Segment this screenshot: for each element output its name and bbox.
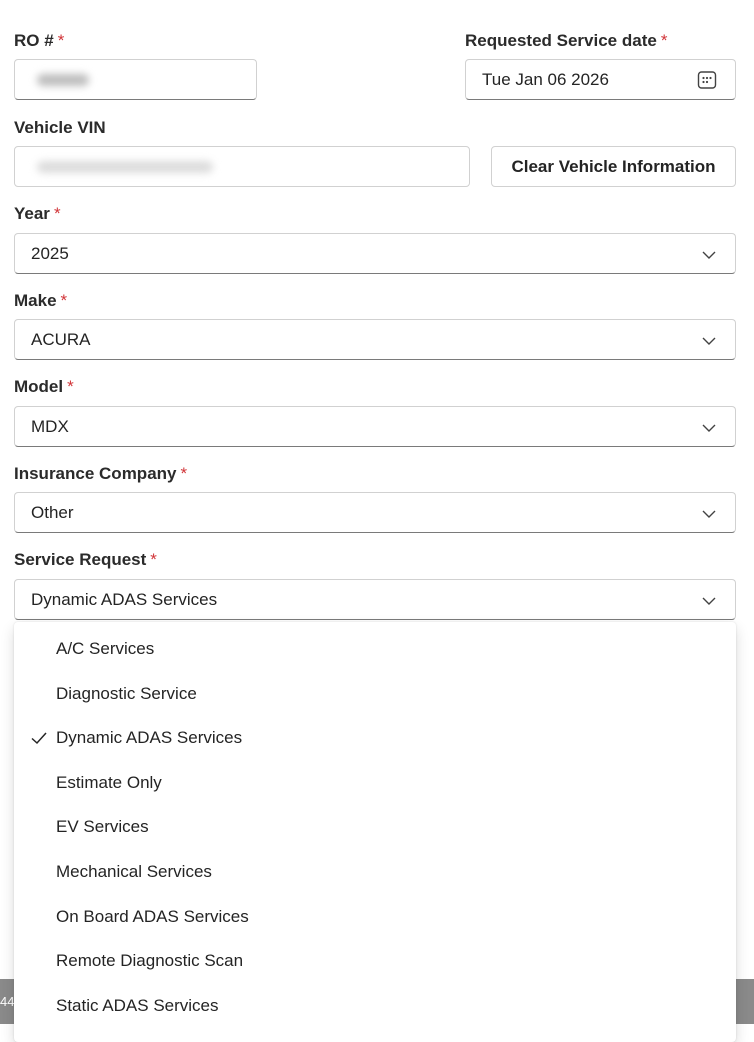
model-label: Model * xyxy=(14,377,74,397)
option-label: Mechanical Services xyxy=(56,862,212,881)
insurance-value: Other xyxy=(31,503,74,522)
option-label: Estimate Only xyxy=(56,773,162,792)
service-request-value: Dynamic ADAS Services xyxy=(31,590,218,609)
service-date-input[interactable]: Tue Jan 06 2026 xyxy=(465,59,736,100)
option-label: EV Services xyxy=(56,817,149,836)
option-ac-services[interactable]: A/C Services xyxy=(14,627,736,671)
ro-label: RO # * xyxy=(14,31,64,51)
required-mark: * xyxy=(53,204,61,223)
model-select[interactable]: MDX xyxy=(14,406,736,447)
make-select[interactable]: ACURA xyxy=(14,319,736,360)
service-request-label: Service Request * xyxy=(14,550,157,570)
option-estimate-only[interactable]: Estimate Only xyxy=(14,761,736,805)
insurance-label-text: Insurance Company xyxy=(14,464,177,483)
make-value: ACURA xyxy=(31,330,91,349)
required-mark: * xyxy=(180,464,188,483)
service-date-label-text: Requested Service date xyxy=(465,31,657,50)
option-label: Static ADAS Services xyxy=(56,996,219,1015)
option-label: Dynamic ADAS Services xyxy=(56,728,243,747)
chevron-down-icon xyxy=(702,597,716,605)
service-date-value: Tue Jan 06 2026 xyxy=(482,70,609,89)
chevron-down-icon xyxy=(702,424,716,432)
checkmark-icon xyxy=(31,732,47,745)
option-label: A/C Services xyxy=(56,639,155,658)
redacted-value xyxy=(37,161,213,173)
year-select[interactable]: 2025 xyxy=(14,233,736,274)
make-label-text: Make xyxy=(14,291,57,310)
calendar-icon[interactable] xyxy=(697,70,717,90)
insurance-select[interactable]: Other xyxy=(14,492,736,533)
year-label: Year * xyxy=(14,204,61,224)
insurance-label: Insurance Company * xyxy=(14,464,187,484)
required-mark: * xyxy=(150,550,157,569)
option-mechanical-services[interactable]: Mechanical Services xyxy=(14,850,736,894)
vin-label: Vehicle VIN xyxy=(14,118,106,137)
clear-vehicle-information-button[interactable]: Clear Vehicle Information xyxy=(491,146,736,187)
service-request-label-text: Service Request xyxy=(14,550,147,569)
option-diagnostic-service[interactable]: Diagnostic Service xyxy=(14,672,736,716)
service-request-select[interactable]: Dynamic ADAS Services xyxy=(14,579,736,620)
option-static-adas-services[interactable]: Static ADAS Services xyxy=(14,984,736,1028)
model-label-text: Model xyxy=(14,377,64,396)
required-mark: * xyxy=(60,291,68,310)
year-label-text: Year xyxy=(14,204,50,223)
option-dynamic-adas-services[interactable]: Dynamic ADAS Services xyxy=(14,716,736,760)
chevron-down-icon xyxy=(702,251,716,259)
option-label: Diagnostic Service xyxy=(56,684,197,703)
make-label: Make * xyxy=(14,291,67,311)
option-on-board-adas-services[interactable]: On Board ADAS Services xyxy=(14,895,736,939)
option-label: On Board ADAS Services xyxy=(56,907,249,926)
background-page-fragment: 44 xyxy=(0,979,14,1024)
required-mark: * xyxy=(57,31,65,50)
option-ev-services[interactable]: EV Services xyxy=(14,805,736,849)
service-date-label: Requested Service date * xyxy=(465,31,667,51)
year-value: 2025 xyxy=(31,244,69,263)
ro-input[interactable] xyxy=(14,59,257,100)
chevron-down-icon xyxy=(702,337,716,345)
required-mark: * xyxy=(660,31,668,50)
redacted-value xyxy=(37,74,89,86)
model-value: MDX xyxy=(31,417,69,436)
vin-input[interactable] xyxy=(14,146,470,187)
background-page-fragment-right xyxy=(736,979,754,1024)
option-remote-diagnostic-scan[interactable]: Remote Diagnostic Scan xyxy=(14,939,736,983)
ro-label-text: RO # xyxy=(14,31,54,50)
chevron-down-icon xyxy=(702,510,716,518)
required-mark: * xyxy=(67,377,74,396)
service-request-listbox[interactable]: A/C Services Diagnostic Service Dynamic … xyxy=(14,622,736,1042)
option-label: Remote Diagnostic Scan xyxy=(56,951,244,970)
background-fragment-text: 44 xyxy=(0,994,14,1009)
